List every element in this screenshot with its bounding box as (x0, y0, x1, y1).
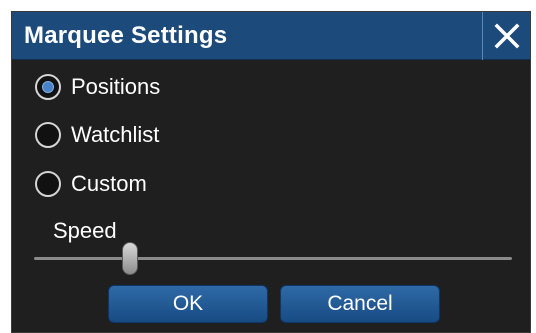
radio-label-positions: Positions (71, 74, 161, 99)
radio-label-custom: Custom (71, 171, 147, 196)
cancel-button[interactable]: Cancel (280, 285, 440, 323)
dialog-titlebar: Marquee Settings (12, 12, 530, 60)
speed-label: Speed (53, 218, 117, 243)
radio-button-positions[interactable] (35, 74, 61, 100)
ok-button[interactable]: OK (108, 285, 268, 323)
radio-button-watchlist[interactable] (35, 122, 61, 148)
marquee-settings-dialog: Marquee Settings Positions Watchlist Cus… (11, 11, 531, 333)
radio-option-watchlist[interactable]: Watchlist (35, 122, 159, 148)
radio-option-custom[interactable]: Custom (35, 171, 147, 197)
radio-option-positions[interactable]: Positions (35, 74, 160, 100)
radio-selected-dot (42, 81, 54, 93)
speed-slider-thumb[interactable] (121, 242, 138, 275)
close-icon (494, 23, 519, 49)
close-button[interactable] (482, 12, 530, 60)
radio-label-watchlist: Watchlist (71, 122, 160, 147)
speed-slider-track (34, 257, 512, 260)
radio-button-custom[interactable] (35, 171, 61, 197)
speed-slider[interactable] (34, 242, 512, 276)
dialog-title: Marquee Settings (24, 22, 228, 49)
